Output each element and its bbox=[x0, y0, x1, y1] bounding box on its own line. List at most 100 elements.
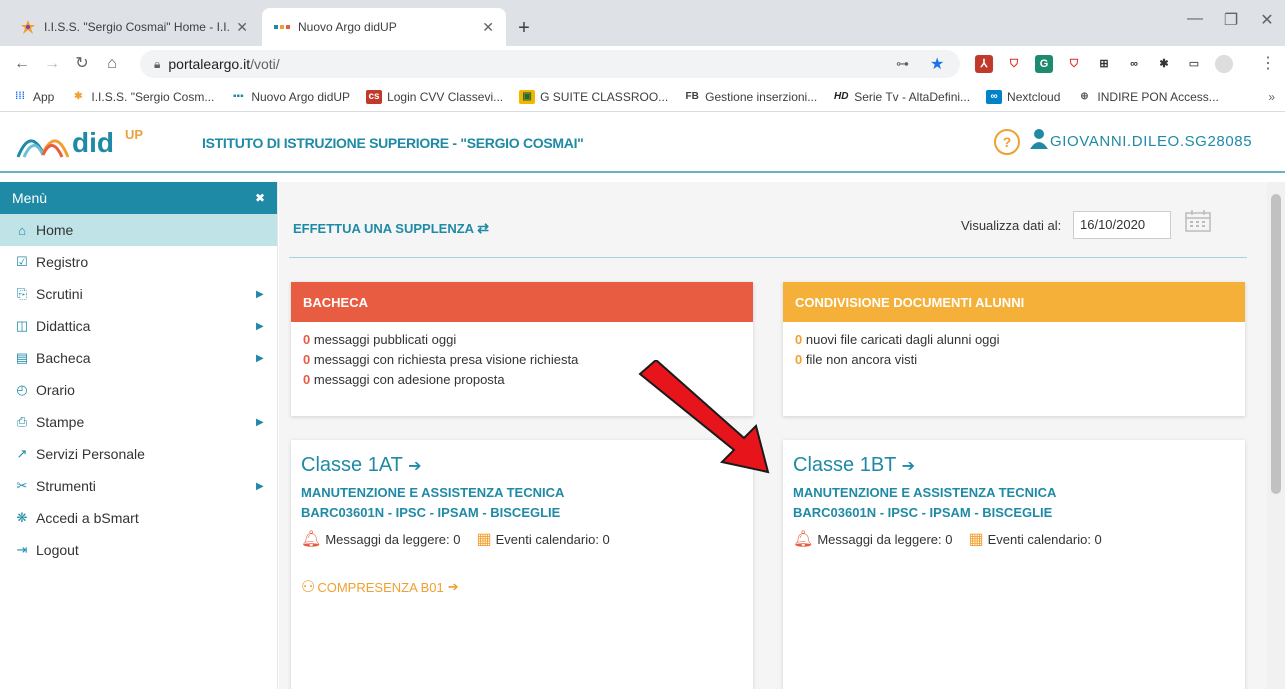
bookmark-apps[interactable]: ⁞⁞⁞ App bbox=[12, 90, 54, 104]
count: 0 bbox=[303, 372, 311, 387]
sidebar-item-logout[interactable]: ⇥ Logout bbox=[0, 534, 277, 566]
bookmark-label: Nextcloud bbox=[1007, 89, 1061, 104]
bookmark-label: Nuovo Argo didUP bbox=[251, 89, 351, 104]
sidebar-item-servizi-personale[interactable]: ↗ Servizi Personale bbox=[0, 438, 277, 470]
star-icon[interactable]: ★ bbox=[930, 54, 944, 74]
close-menu-icon[interactable]: ✖ bbox=[255, 191, 265, 205]
enter-icon[interactable]: ➔ bbox=[902, 458, 915, 475]
page-scrollbar[interactable] bbox=[1267, 182, 1285, 689]
sidebar-item-bacheca[interactable]: ▤ Bacheca ▶ bbox=[0, 342, 277, 374]
sidebar-item-home[interactable]: ⌂ Home bbox=[0, 214, 277, 246]
class-title[interactable]: Classe 1AT ➔ bbox=[301, 454, 743, 477]
restore-icon[interactable]: ❐ bbox=[1216, 10, 1246, 30]
school-favicon: ✱ bbox=[74, 90, 83, 102]
grammar-extension-icon[interactable]: G bbox=[1035, 55, 1053, 73]
sidebar-item-scrutini[interactable]: ⎘ Scrutini ▶ bbox=[0, 278, 277, 310]
sidebar-item-bsmart[interactable]: ❋ Accedi a bSmart bbox=[0, 502, 277, 534]
sidebar-item-label: Registro bbox=[36, 254, 89, 270]
bacheca-line[interactable]: 0 messaggi con adesione proposta bbox=[303, 370, 741, 390]
bookmark-indire[interactable]: ⊕ INDIRE PON Access... bbox=[1076, 89, 1219, 104]
chevron-right-icon: ▶ bbox=[256, 480, 264, 492]
tools-icon: ✂ bbox=[16, 478, 28, 493]
bookmark-label: INDIRE PON Access... bbox=[1097, 89, 1219, 104]
hd-favicon: HD bbox=[833, 90, 849, 102]
address-bar[interactable]: 🔒︎ portaleargo.it/voti/ ⊶ ★ bbox=[140, 50, 960, 78]
events-count[interactable]: Eventi calendario: 0 bbox=[988, 532, 1102, 547]
close-tab-icon[interactable]: ✕ bbox=[236, 19, 248, 36]
sidebar-item-registro[interactable]: ☑ Registro bbox=[0, 246, 277, 278]
bookmark-argo[interactable]: ▪▪▪ Nuovo Argo didUP bbox=[230, 90, 350, 104]
home-browser-icon[interactable]: ⌂ bbox=[102, 54, 122, 74]
pdf-extension-icon[interactable]: ⅄ bbox=[975, 55, 993, 73]
puzzle-icon[interactable]: ✱ bbox=[1155, 55, 1173, 73]
class-title[interactable]: Classe 1BT ➔ bbox=[793, 454, 1235, 477]
bacheca-line[interactable]: 0 messaggi con richiesta presa visione r… bbox=[303, 350, 741, 370]
sidebar-item-orario[interactable]: ◴ Orario bbox=[0, 374, 277, 406]
bookmark-nextcloud[interactable]: ∞ Nextcloud bbox=[986, 89, 1061, 104]
sidebar-item-label: Logout bbox=[36, 542, 79, 558]
close-window-icon[interactable]: ✕ bbox=[1252, 10, 1282, 30]
bookmarks-more-icon[interactable]: » bbox=[1268, 90, 1275, 104]
bacheca-header[interactable]: BACHECA bbox=[291, 282, 753, 322]
grid-extension-icon[interactable]: ⊞ bbox=[1095, 55, 1113, 73]
reload-icon[interactable]: ↻ bbox=[72, 54, 92, 74]
chevron-right-icon: ▶ bbox=[256, 320, 264, 332]
sidebar-item-strumenti[interactable]: ✂ Strumenti ▶ bbox=[0, 470, 277, 502]
condivisione-header[interactable]: CONDIVISIONE DOCUMENTI ALUNNI bbox=[783, 282, 1245, 322]
back-icon[interactable]: ← bbox=[12, 54, 32, 74]
bacheca-line[interactable]: 0 messaggi pubblicati oggi bbox=[303, 330, 741, 350]
class-course: MANUTENZIONE E ASSISTENZA TECNICA bbox=[793, 485, 1057, 500]
browser-tab-school[interactable]: I.I.S.S. "Sergio Cosmai" Home - I.I. ✕ bbox=[8, 8, 260, 46]
new-tab-button[interactable]: + bbox=[512, 16, 536, 40]
enter-icon[interactable]: ➔ bbox=[408, 458, 421, 475]
events-count[interactable]: Eventi calendario: 0 bbox=[496, 532, 610, 547]
shield-extension-icon[interactable]: ⛉ bbox=[1005, 55, 1023, 73]
messages-count[interactable]: Messaggi da leggere: 0 bbox=[325, 532, 460, 547]
compresenza-link[interactable]: ⚇ COMPRESENZA B01 ➔ bbox=[301, 577, 743, 597]
close-tab-icon[interactable]: ✕ bbox=[482, 19, 494, 36]
bookmark-facebook[interactable]: FB Gestione inserzioni... bbox=[684, 90, 817, 104]
messages-count[interactable]: Messaggi da leggere: 0 bbox=[817, 532, 952, 547]
menu-dots-icon[interactable]: ⋮ bbox=[1258, 54, 1278, 74]
minimize-icon[interactable]: — bbox=[1180, 10, 1210, 28]
condivisione-line[interactable]: 0 file non ancora visti bbox=[795, 350, 1233, 370]
sidebar-item-didattica[interactable]: ◫ Didattica ▶ bbox=[0, 310, 277, 342]
glasses-extension-icon[interactable]: ∞ bbox=[1125, 55, 1143, 73]
bookmark-classeviva[interactable]: cs Login CVV Classevi... bbox=[366, 89, 504, 104]
bookmark-label: Gestione inserzioni... bbox=[705, 89, 818, 104]
date-input[interactable]: 16/10/2020 bbox=[1073, 211, 1171, 239]
help-icon[interactable]: ? bbox=[994, 129, 1020, 155]
calendar-icon[interactable] bbox=[1185, 210, 1211, 235]
sidebar-item-label: Accedi a bSmart bbox=[36, 510, 139, 526]
share-icon: ↗ bbox=[16, 446, 28, 461]
bacheca-line-text: messaggi con adesione proposta bbox=[313, 372, 505, 387]
chevron-right-icon: ▶ bbox=[256, 416, 264, 428]
class-title-text: Classe 1BT bbox=[793, 454, 897, 476]
bookmark-classroom[interactable]: ▣ G SUITE CLASSROO... bbox=[519, 89, 668, 104]
supplenza-link[interactable]: EFFETTUA UNA SUPPLENZA ⇄ bbox=[293, 220, 489, 237]
sidebar-menu: Menù ✖ ⌂ Home ☑ Registro ⎘ Scrutini ▶ ◫ Didat… bbox=[0, 182, 278, 689]
cast-icon[interactable]: ▭ bbox=[1185, 55, 1203, 73]
url-path: /voti/ bbox=[250, 56, 280, 72]
chevron-right-icon: ▶ bbox=[256, 352, 264, 364]
bookmark-label: I.I.S.S. "Sergio Cosm... bbox=[91, 89, 215, 104]
compresenza-icon: ⚇ bbox=[301, 579, 316, 596]
profile-avatar-icon[interactable] bbox=[1215, 55, 1233, 73]
forward-icon[interactable]: → bbox=[42, 54, 62, 74]
condivisione-line[interactable]: 0 nuovi file caricati dagli alunni oggi bbox=[795, 330, 1233, 350]
bookmark-school[interactable]: ✱ I.I.S.S. "Sergio Cosm... bbox=[70, 90, 214, 104]
scrollbar-thumb[interactable] bbox=[1271, 194, 1281, 494]
app-header: did UP ISTITUTO DI ISTRUZIONE SUPERIORE … bbox=[0, 113, 1285, 173]
supplenza-label: EFFETTUA UNA SUPPLENZA bbox=[293, 221, 474, 236]
bookmark-serietv[interactable]: HD Serie Tv - AltaDefini... bbox=[833, 90, 970, 104]
user-name[interactable]: GIOVANNI.DILEO.SG28085 bbox=[1050, 133, 1252, 150]
browser-tab-argo[interactable]: Nuovo Argo didUP ✕ bbox=[262, 8, 506, 46]
bookmark-label: Login CVV Classevi... bbox=[387, 89, 504, 104]
ublock-icon[interactable]: ⛉ bbox=[1065, 55, 1083, 73]
school-favicon bbox=[20, 19, 36, 35]
document-icon: ⎘ bbox=[16, 286, 28, 301]
bsmart-icon: ❋ bbox=[16, 510, 28, 525]
tab-title: I.I.S.S. "Sergio Cosmai" Home - I.I. bbox=[44, 20, 230, 34]
sidebar-item-stampe[interactable]: ⎙ Stampe ▶ bbox=[0, 406, 277, 438]
key-icon[interactable]: ⊶ bbox=[896, 56, 909, 72]
